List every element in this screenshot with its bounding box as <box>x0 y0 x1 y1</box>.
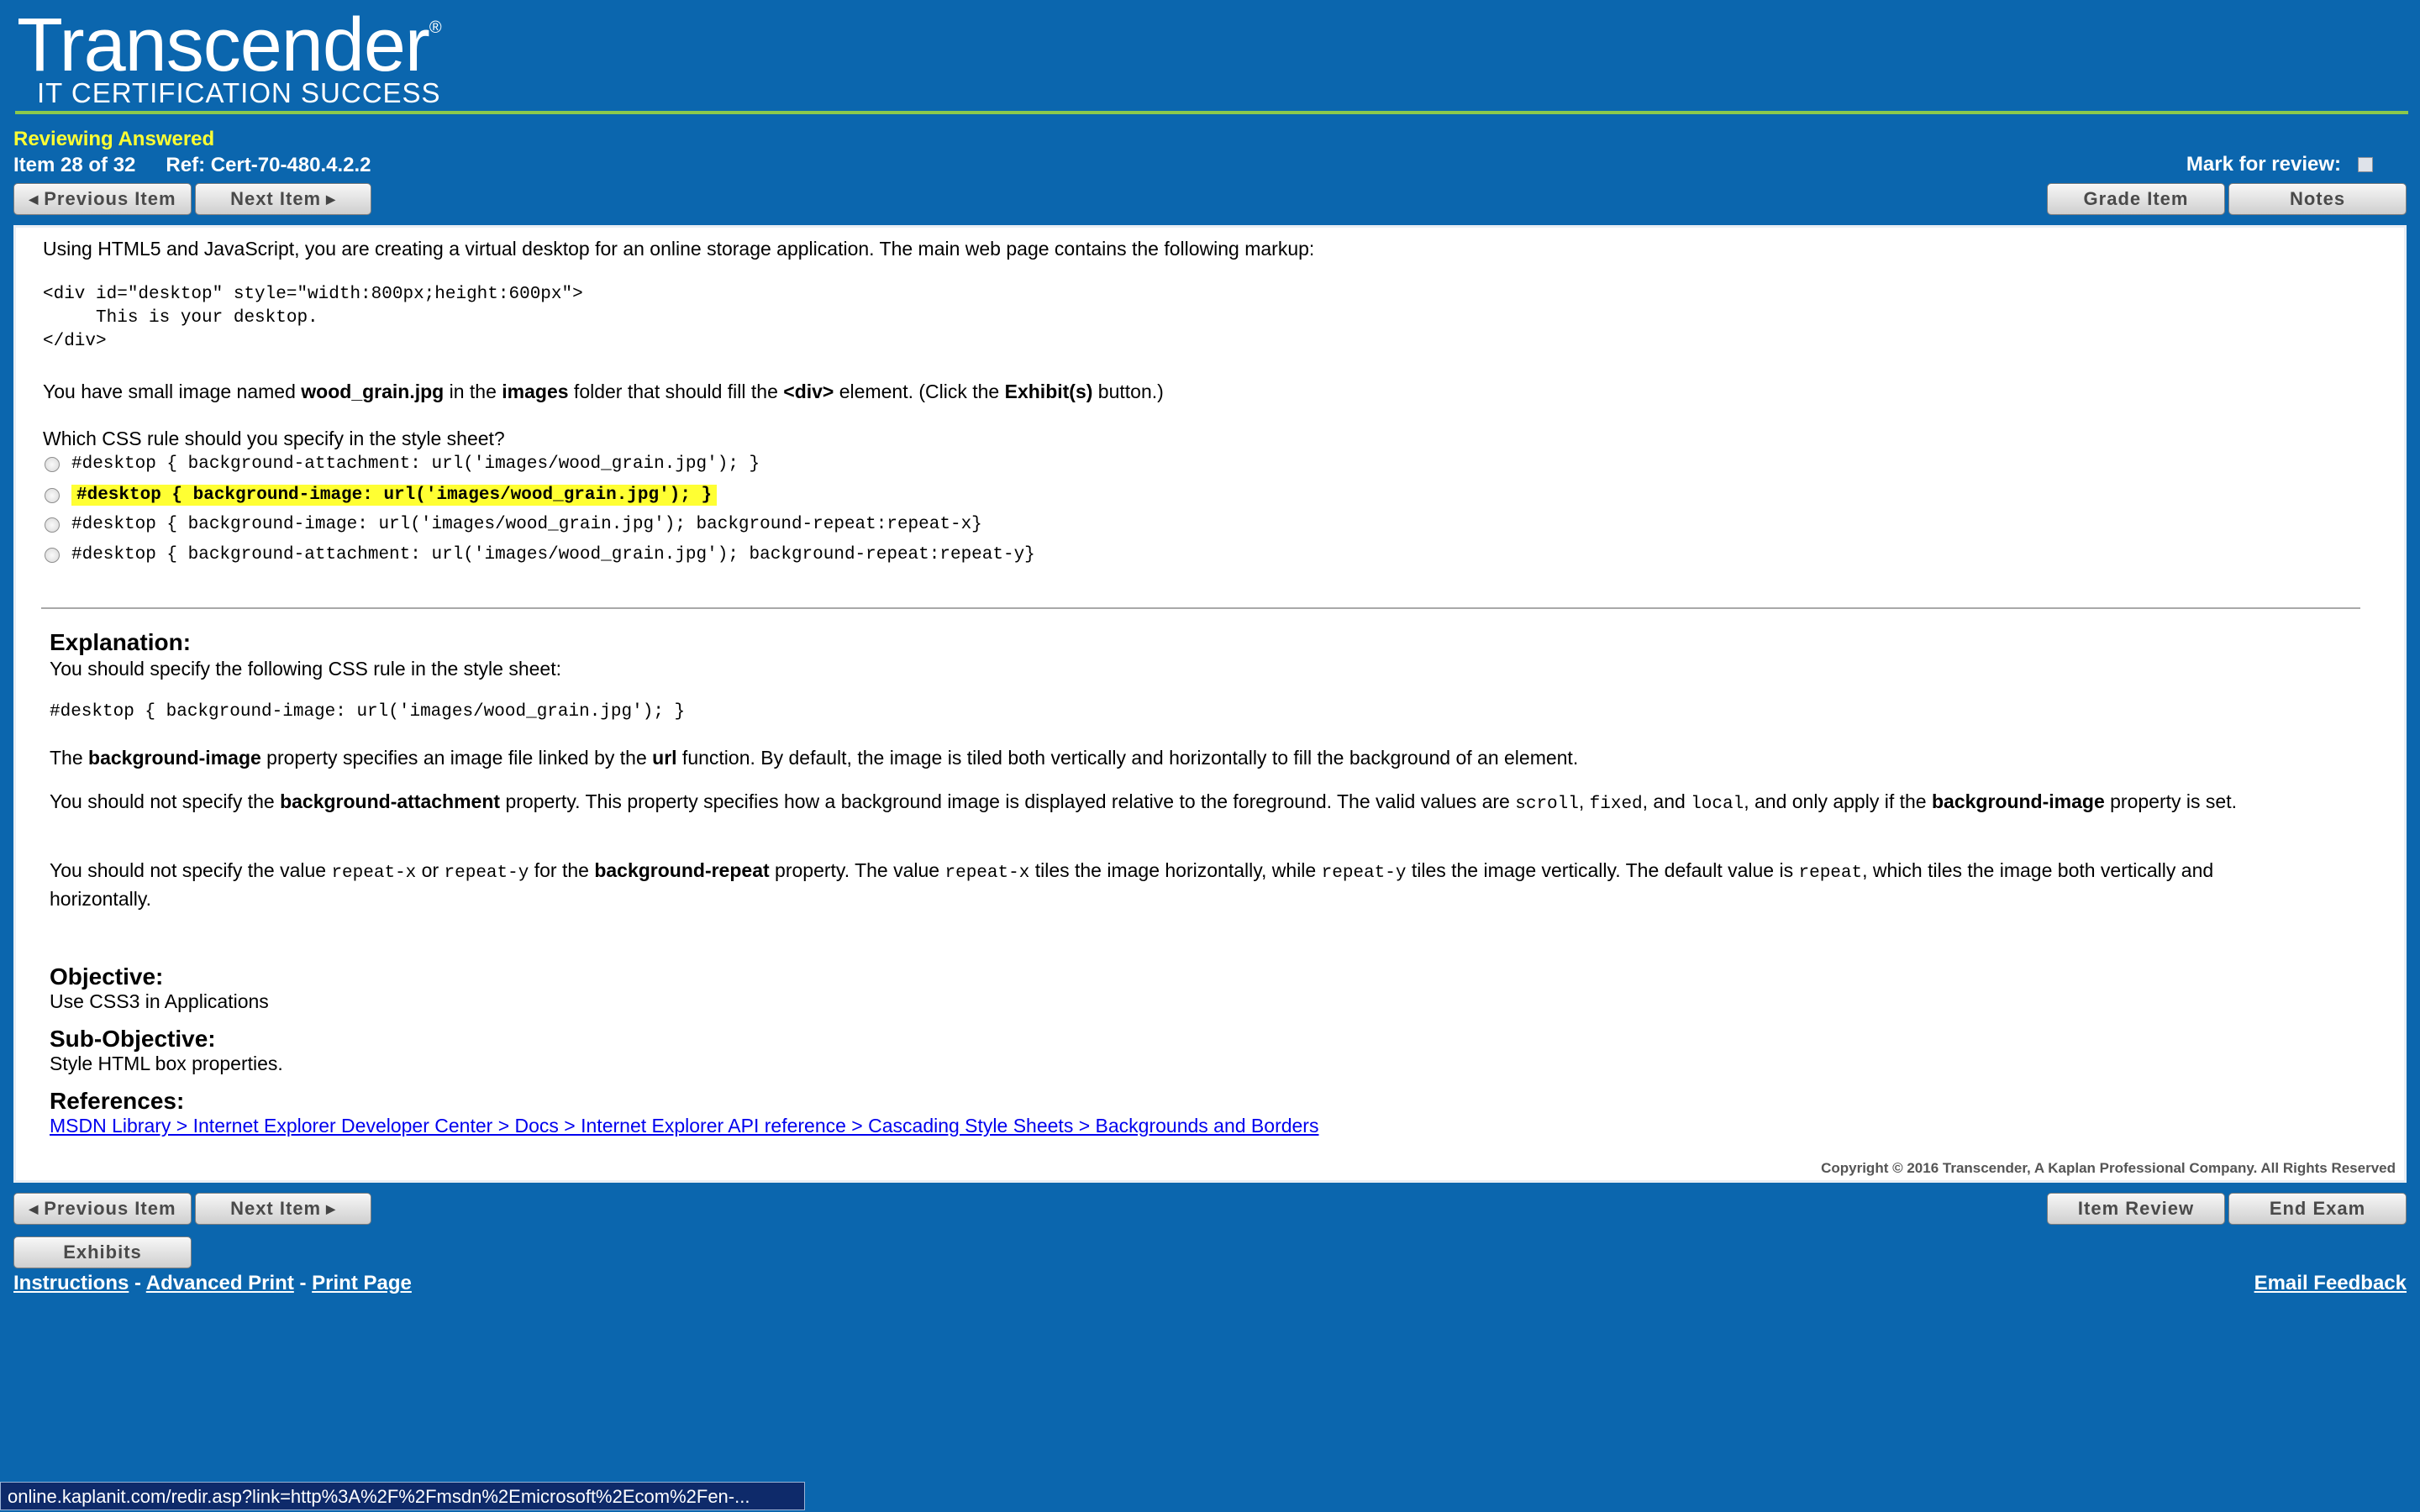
question-markup: <div id="desktop" style="width:800px;hei… <box>43 285 583 351</box>
next-item-button[interactable]: Next Item ▶ <box>195 183 371 215</box>
explanation-heading: Explanation: <box>50 629 192 655</box>
sub-objective-text: Style HTML box properties. <box>50 1053 283 1074</box>
copyright: Copyright © 2016 Transcender, A Kaplan P… <box>1821 1160 2396 1176</box>
mark-for-review-label: Mark for review: <box>2186 153 2341 176</box>
item-counter: Item 28 of 32 <box>13 154 136 176</box>
chevron-right-icon: ▶ <box>326 1201 336 1215</box>
instructions-link[interactable]: Instructions <box>13 1272 129 1294</box>
email-feedback-link[interactable]: Email Feedback <box>2254 1272 2407 1295</box>
previous-item-button[interactable]: ◀ Previous Item <box>13 183 192 215</box>
sub-objective-heading: Sub-Objective: <box>50 1026 216 1052</box>
section-divider <box>41 607 2360 609</box>
answer-option[interactable]: #desktop { background-attachment: url('i… <box>45 545 1035 564</box>
header-divider <box>15 111 2408 114</box>
objective-text: Use CSS3 in Applications <box>50 990 269 1012</box>
chevron-left-icon: ◀ <box>29 1201 39 1215</box>
radio-button[interactable] <box>45 487 60 503</box>
question-intro: Using HTML5 and JavaScript, you are crea… <box>43 238 1315 260</box>
answer-option[interactable]: #desktop { background-attachment: url('i… <box>45 454 760 474</box>
explanation-code: #desktop { background-image: url('images… <box>50 702 686 722</box>
mark-for-review: Mark for review: <box>2186 153 2373 176</box>
answer-option-correct[interactable]: #desktop { background-image: url('images… <box>45 485 718 506</box>
advanced-print-link[interactable]: Advanced Print <box>146 1272 294 1294</box>
item-info: Item 28 of 32 Ref: Cert-70-480.4.2.2 <box>13 154 371 177</box>
chevron-left-icon: ◀ <box>29 192 39 206</box>
end-exam-button[interactable]: End Exam <box>2228 1193 2407 1225</box>
brand-tagline: IT CERTIFICATION SUCCESS <box>37 77 441 108</box>
review-mode-label: Reviewing Answered <box>13 128 215 150</box>
objective-heading: Objective: <box>50 963 164 990</box>
reference-link[interactable]: MSDN Library > Internet Explorer Develop… <box>50 1113 1318 1138</box>
next-item-button-bottom[interactable]: Next Item ▶ <box>195 1193 371 1225</box>
item-review-button[interactable]: Item Review <box>2047 1193 2225 1225</box>
radio-button[interactable] <box>45 456 60 472</box>
exhibits-button[interactable]: Exhibits <box>13 1236 192 1268</box>
chevron-right-icon: ▶ <box>326 192 336 206</box>
mark-for-review-checkbox[interactable] <box>2358 157 2373 172</box>
explanation-paragraph-2: You should not specify the background-at… <box>50 790 2237 814</box>
answer-option[interactable]: #desktop { background-image: url('images… <box>45 515 982 534</box>
radio-button[interactable] <box>45 517 60 533</box>
explanation-paragraph-1: The background-image property specifies … <box>50 747 1579 769</box>
notes-button[interactable]: Notes <box>2228 183 2407 215</box>
brand-reg-mark: ® <box>429 18 442 37</box>
question-prompt: Which CSS rule should you specify in the… <box>43 428 505 449</box>
grade-item-button[interactable]: Grade Item <box>2047 183 2225 215</box>
explanation-paragraph-3: You should not specify the value repeat-… <box>50 859 2214 910</box>
question-line2: You have small image named wood_grain.jp… <box>43 381 1164 402</box>
browser-status-url: online.kaplanit.com/redir.asp?link=http%… <box>0 1482 805 1510</box>
explanation-intro: You should specify the following CSS rul… <box>50 658 562 680</box>
question-panel: Using HTML5 and JavaScript, you are crea… <box>13 225 2407 1183</box>
radio-button[interactable] <box>45 547 60 563</box>
references-heading: References: <box>50 1088 185 1114</box>
previous-item-button-bottom[interactable]: ◀ Previous Item <box>13 1193 192 1225</box>
footer-links: Instructions - Advanced Print - Print Pa… <box>13 1272 412 1294</box>
item-ref: Ref: Cert-70-480.4.2.2 <box>166 154 371 176</box>
brand-name: Transcender <box>17 3 430 87</box>
brand-logo: Transcender® IT CERTIFICATION SUCCESS <box>17 3 442 108</box>
print-page-link[interactable]: Print Page <box>312 1272 412 1294</box>
